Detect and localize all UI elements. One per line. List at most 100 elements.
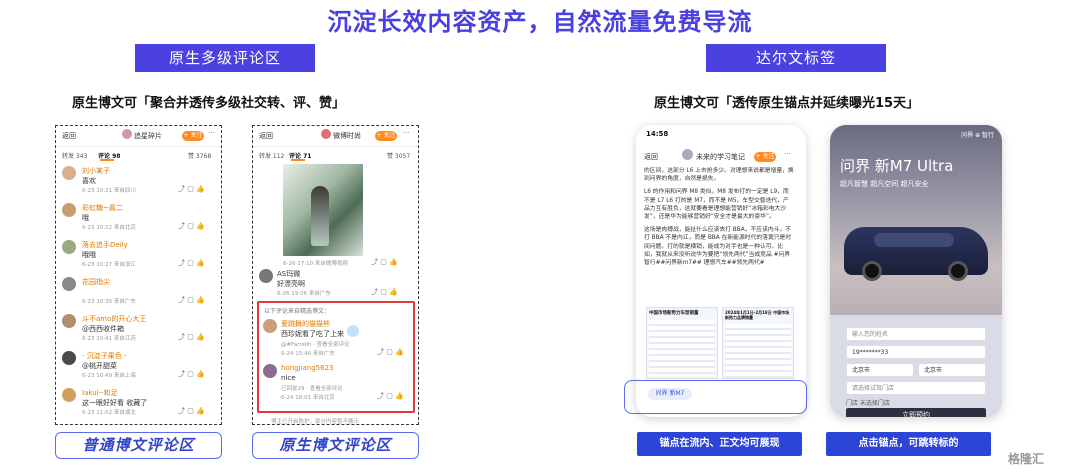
hero-banner: 问界 ⊕ 智行 问界 新M7 Ultra 超凡智慧 超凡空间 超凡安全 bbox=[830, 125, 1002, 315]
tab-reposts[interactable]: 转发 343 bbox=[62, 151, 87, 160]
book-test-drive-button[interactable]: 立即预约 bbox=[846, 408, 986, 417]
comment-text: 喜欢 bbox=[82, 177, 96, 185]
tab-likes[interactable]: 赞 3057 bbox=[387, 151, 410, 160]
comment-actions[interactable]: ⤴ ▢ 👍 bbox=[178, 221, 205, 231]
left-section-subtitle: 原生博文可「聚合并透传多级社交转、评、赞」 bbox=[72, 96, 346, 111]
comment-actions[interactable]: ⤴ ▢ 👍 bbox=[178, 184, 205, 194]
brand-logo: 问界 ⊕ 智行 bbox=[961, 132, 994, 139]
city-select[interactable]: 北京市 bbox=[918, 363, 986, 377]
comment-meta: 6-24 15:46 来自广东 bbox=[281, 351, 335, 357]
article-paragraph: 的区间，这部分 L6 上市抢多少。对理想来说都是增量，换到问界的角度，自然是损失… bbox=[644, 168, 794, 183]
status-time: 14:58 bbox=[646, 130, 669, 138]
comment-author[interactable]: 爱跳舞的猫猫熊 bbox=[281, 319, 330, 329]
comment-meta: 6-23 10:41 来自江苏 bbox=[82, 336, 136, 342]
avatar[interactable] bbox=[62, 203, 76, 217]
comment-actions[interactable]: ⤴ ▢ 👍 bbox=[178, 295, 205, 305]
more-icon[interactable]: ··· bbox=[784, 150, 791, 158]
featured-box-title: 以下评论来自精选博文： bbox=[264, 308, 331, 315]
avatar[interactable] bbox=[62, 388, 76, 402]
comment-text: @西西收件箱 bbox=[82, 325, 124, 333]
comment-author[interactable]: 彩虹糖~酱二 bbox=[82, 203, 123, 213]
back-button[interactable]: 返回 bbox=[259, 131, 273, 141]
avatar[interactable] bbox=[682, 149, 693, 160]
brand-slogan: 超凡智慧 超凡空间 超凡安全 bbox=[840, 180, 929, 188]
featured-comments-box: 以下评论来自精选博文： 爱跳舞的猫猫熊 西珍妮看了吃了上来 @#Farrelih… bbox=[257, 301, 415, 413]
article-anchor-screen: 14:58 返回 未来的学习笔记 + 关注 ··· 的区间，这部分 L6 上市抢… bbox=[636, 125, 806, 417]
article-body: 的区间，这部分 L6 上市抢多少。对理想来说都是增量，换到问界的角度，自然是损失… bbox=[644, 167, 794, 267]
tab-likes[interactable]: 赞 3768 bbox=[188, 151, 211, 160]
normal-post-comment-caption: 普通博文评论区 bbox=[55, 432, 222, 459]
comment-text: 哦哦 bbox=[82, 251, 96, 259]
avatar[interactable] bbox=[62, 240, 76, 254]
more-icon[interactable]: ··· bbox=[403, 129, 410, 137]
comment-author[interactable]: 花园指尖 bbox=[82, 277, 110, 287]
section-pill-multilevel-comments: 原生多级评论区 bbox=[135, 44, 315, 72]
follow-button[interactable]: + 关注 bbox=[182, 131, 204, 141]
anchor-caption: 锚点在流内、正文均可展现 bbox=[637, 432, 802, 456]
watermark-logo: 格隆汇 bbox=[1008, 452, 1045, 466]
section-pill-darwin-tag: 达尔文标签 bbox=[706, 44, 886, 72]
follow-button[interactable]: + 关注 bbox=[754, 152, 776, 162]
avatar[interactable] bbox=[62, 166, 76, 180]
avatar[interactable] bbox=[62, 351, 76, 365]
comment-author[interactable]: - 沉淀子果色 - bbox=[82, 351, 127, 361]
comment-text: @桃开甜菜 bbox=[82, 362, 117, 370]
comment-author[interactable]: 刘小某子 bbox=[82, 166, 110, 176]
more-icon[interactable]: ··· bbox=[208, 129, 215, 137]
comment-text: 哦 bbox=[82, 214, 89, 222]
post-image[interactable] bbox=[283, 164, 363, 256]
article-paragraph: 这场是肉搏战，能扯什么应该去打 BBA，不应该内斗。不打 BBA 不是内讧，而是… bbox=[644, 227, 792, 267]
right-section-subtitle: 原生博文可「透传原生锚点并延续曝光15天」 bbox=[654, 96, 920, 111]
store-select[interactable]: 请选择试驾门店 bbox=[846, 381, 986, 395]
comment-meta: 6-23 10:27 来自浙江 bbox=[82, 262, 136, 268]
anchor-highlight bbox=[624, 380, 807, 414]
avatar[interactable] bbox=[62, 314, 76, 328]
comment-actions[interactable]: ⤴ ▢ 👍 bbox=[178, 406, 205, 416]
comment-text: nice bbox=[281, 374, 296, 382]
comment-meta: 6-23 10:22 来自北京 bbox=[82, 225, 136, 231]
car-image bbox=[844, 227, 988, 281]
reply-hint[interactable]: @#Farrelih · 查看全部评论 bbox=[281, 340, 350, 348]
brand-title: 问界 新M7 Ultra bbox=[840, 157, 954, 175]
account-name: 未来的学习笔记 bbox=[696, 153, 745, 161]
back-button[interactable]: 返回 bbox=[644, 152, 658, 162]
sticker-icon bbox=[347, 325, 359, 337]
comment-actions[interactable]: ⤴ ▢ 👍 bbox=[178, 258, 205, 268]
comment-author[interactable]: 斗不amo的开心大王 bbox=[82, 314, 146, 324]
follow-button[interactable]: + 关注 bbox=[375, 131, 397, 141]
comment-meta: 6-24 18:01 来自北京 bbox=[281, 395, 335, 401]
comment-text: 这一眼好好看 收藏了 bbox=[82, 399, 148, 407]
comment-author[interactable]: Iakui--和足 bbox=[82, 388, 118, 398]
comment-author[interactable]: 落去追手Deily bbox=[82, 240, 128, 250]
back-button[interactable]: 返回 bbox=[62, 131, 76, 141]
avatar[interactable] bbox=[263, 319, 277, 333]
province-select[interactable]: 北京市 bbox=[846, 363, 914, 377]
native-post-comment-caption: 原生博文评论区 bbox=[252, 432, 419, 459]
image-meta: 6-26 17:10 来自微博视频 bbox=[283, 261, 348, 267]
sales-table-left[interactable]: 中国市场新势力车型销量 bbox=[646, 307, 718, 379]
comment-meta: 6-23 10:21 来自四川 bbox=[82, 188, 136, 194]
form-area: 输入您的姓名 19*******33 北京市 北京市 请选择试驾门店 门店 未选… bbox=[830, 315, 1002, 417]
name-input[interactable]: 输入您的姓名 bbox=[846, 327, 986, 341]
comment-author[interactable]: hongjiang5623 bbox=[281, 364, 333, 372]
comment-actions[interactable]: ⤴ ▢ 👍 bbox=[178, 332, 205, 342]
table-title: 中国市场新势力车型销量 bbox=[649, 311, 699, 316]
comment-text: 好漂亮啊 bbox=[277, 280, 305, 288]
avatar[interactable] bbox=[62, 277, 76, 291]
avatar[interactable] bbox=[259, 269, 273, 283]
comment-meta: 6-23 10:35 来自广东 bbox=[82, 299, 136, 305]
landing-page-screen: 问界 ⊕ 智行 问界 新M7 Ultra 超凡智慧 超凡空间 超凡安全 输入您的… bbox=[830, 125, 1002, 417]
comment-meta: 6-23 11:02 来自湖北 bbox=[82, 410, 136, 416]
tab-reposts[interactable]: 转发 112 bbox=[259, 151, 284, 160]
comment-meta: 6-26 19:06 来自广东 bbox=[277, 291, 331, 297]
account-name: 微博时尚 bbox=[333, 132, 361, 140]
sales-table-right[interactable]: 2024年1月1日-2月18日 中国市场新势力品牌销量 bbox=[722, 307, 794, 379]
phone-input[interactable]: 19*******33 bbox=[846, 345, 986, 359]
reply-hint[interactable]: 已回复29 · 查看全部评论 bbox=[281, 384, 343, 392]
comment-actions[interactable]: ⤴ ▢ 👍 bbox=[178, 369, 205, 379]
avatar[interactable] bbox=[263, 364, 277, 378]
store-hint: 门店 未选择门店 bbox=[846, 400, 890, 407]
article-paragraph: L6 的作用和问界 M8 类似，M8 发布打的一定是 L9，而不是 L7 L6 … bbox=[644, 189, 789, 221]
comment-author[interactable]: AS玛微 bbox=[277, 269, 300, 279]
account-name: 追星碎片 bbox=[134, 132, 162, 140]
